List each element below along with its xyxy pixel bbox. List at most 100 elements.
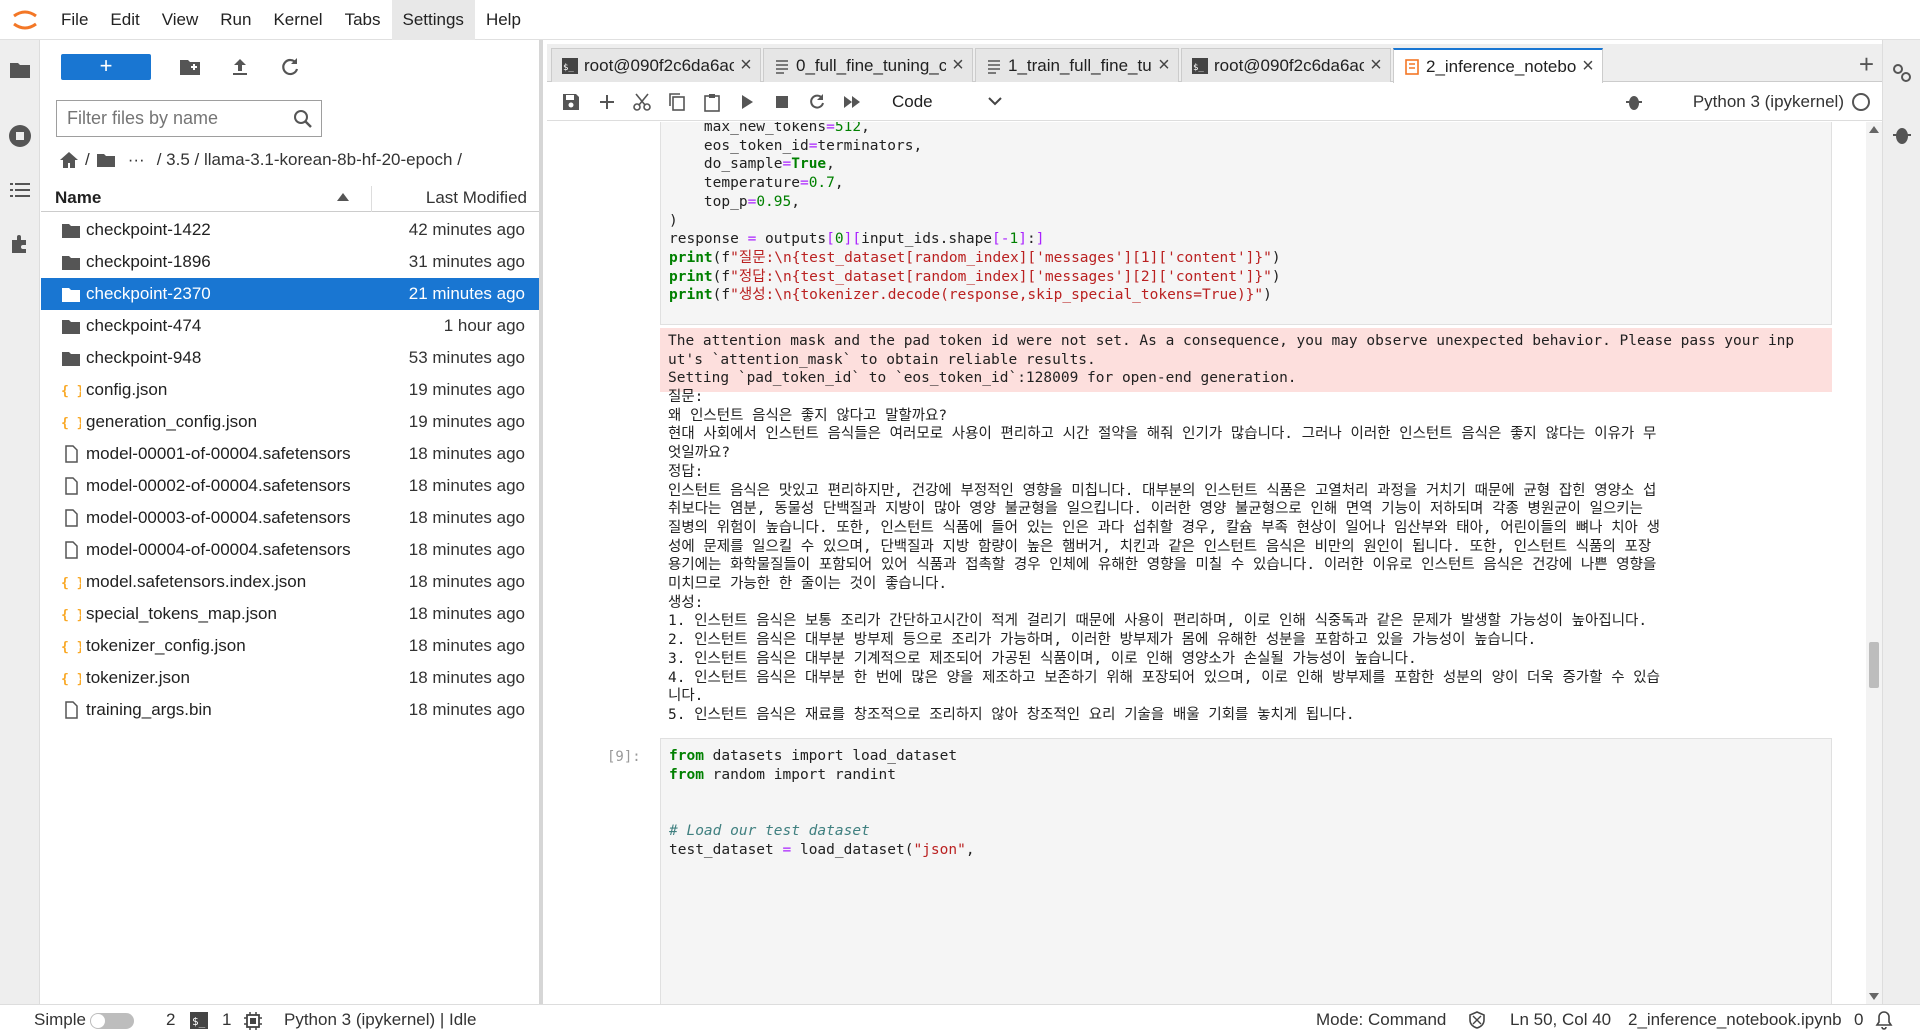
- run-icon[interactable]: [737, 92, 757, 112]
- filter-files-input[interactable]: [57, 101, 277, 136]
- file-list-item[interactable]: checkpoint-1896 31 minutes ago: [41, 246, 539, 278]
- file-list-item[interactable]: checkpoint-2370 21 minutes ago: [41, 278, 539, 310]
- terminals-count[interactable]: 2: [166, 1010, 175, 1030]
- file-list-item[interactable]: checkpoint-474 1 hour ago: [41, 310, 539, 342]
- kernels-count[interactable]: 1: [222, 1010, 231, 1030]
- file-list-item[interactable]: checkpoint-1422 42 minutes ago: [41, 214, 539, 246]
- menu-view[interactable]: View: [151, 0, 210, 40]
- file-modified: 18 minutes ago: [408, 476, 525, 495]
- code-cell-input[interactable]: from datasets import load_dataset from ra…: [660, 738, 1832, 1004]
- main-area: + $_root@090f2c6da6ac: /work×0_full_fine…: [547, 40, 1882, 1004]
- breadcrumb-ellipsis[interactable]: ···: [128, 150, 145, 170]
- new-folder-icon[interactable]: [178, 55, 202, 79]
- paste-icon[interactable]: [702, 92, 722, 112]
- file-list-item[interactable]: { } tokenizer.json 18 minutes ago: [41, 662, 539, 694]
- menu-file[interactable]: File: [50, 0, 99, 40]
- current-filename[interactable]: 2_inference_notebook.ipynb: [1628, 1010, 1842, 1030]
- scroll-up-arrow[interactable]: [1869, 126, 1879, 133]
- new-launcher-button[interactable]: +: [61, 54, 151, 80]
- file-list-item[interactable]: { } tokenizer_config.json 18 minutes ago: [41, 630, 539, 662]
- stdout-line: 니다.: [668, 688, 704, 705]
- file-list-item[interactable]: { } special_tokens_map.json 18 minutes ago: [41, 598, 539, 630]
- menu-tabs[interactable]: Tabs: [334, 0, 392, 40]
- close-icon[interactable]: ×: [1156, 54, 1172, 77]
- json-file-icon: { }: [61, 576, 81, 591]
- save-icon[interactable]: [561, 92, 581, 112]
- file-icon: [65, 445, 78, 463]
- simple-mode-toggle[interactable]: [90, 1013, 134, 1029]
- tab-2[interactable]: 0_full_fine_tuning_config.ya×: [763, 48, 973, 82]
- copy-icon[interactable]: [667, 92, 687, 112]
- file-modified: 21 minutes ago: [408, 284, 525, 303]
- tab-1[interactable]: $_ root@090f2c6da6ac: /work×: [551, 48, 761, 82]
- folder-icon[interactable]: [96, 152, 116, 168]
- file-list-item[interactable]: model-00002-of-00004.safetensors 18 minut…: [41, 470, 539, 502]
- upload-icon[interactable]: [228, 55, 252, 79]
- code-line: response = outputs[0][input_ids.shape[-1…: [669, 231, 1045, 248]
- kernel-status[interactable]: Python 3 (ipykernel) | Idle: [284, 1010, 476, 1030]
- insert-cell-icon[interactable]: [597, 92, 617, 112]
- notebook-scrollbar[interactable]: [1866, 122, 1882, 1004]
- simple-mode-label: Simple: [34, 1010, 86, 1029]
- breadcrumb-root[interactable]: /: [85, 150, 90, 170]
- property-inspector-icon[interactable]: [1891, 62, 1913, 84]
- home-icon[interactable]: [59, 151, 79, 169]
- column-last-modified[interactable]: Last Modified: [426, 188, 527, 208]
- running-kernels-icon[interactable]: [8, 124, 32, 148]
- add-tab-button[interactable]: +: [1859, 51, 1874, 77]
- stdout-line: 5. 인스턴트 음식은 재료를 창조적으로 조리하지 않아 창조적인 요리 기술…: [668, 706, 1355, 723]
- notification-count[interactable]: 0: [1854, 1010, 1863, 1030]
- file-list-item[interactable]: training_args.bin 18 minutes ago: [41, 694, 539, 726]
- file-list-item[interactable]: model-00004-of-00004.safetensors 18 minut…: [41, 534, 539, 566]
- sort-ascending-icon[interactable]: [337, 193, 349, 201]
- file-list-item[interactable]: { } config.json 19 minutes ago: [41, 374, 539, 406]
- kernel-icon[interactable]: [244, 1012, 262, 1030]
- folder-icon[interactable]: [8, 58, 32, 82]
- file-icon: [65, 477, 78, 495]
- file-list-item[interactable]: model-00001-of-00004.safetensors 18 minut…: [41, 438, 539, 470]
- breadcrumb-path[interactable]: / 3.5 / llama-3.1-korean-8b-hf-20-epoch …: [157, 150, 462, 170]
- file-name: checkpoint-2370: [86, 284, 211, 303]
- menu-help[interactable]: Help: [475, 0, 532, 40]
- tab-4[interactable]: $_ root@090f2c6da6ac: /work×: [1181, 48, 1391, 82]
- debug-icon[interactable]: [1624, 92, 1644, 112]
- stop-icon[interactable]: [772, 92, 792, 112]
- close-icon[interactable]: ×: [1580, 55, 1596, 78]
- extension-icon[interactable]: [8, 232, 32, 256]
- close-icon[interactable]: ×: [738, 54, 754, 77]
- cursor-position[interactable]: Ln 50, Col 40: [1510, 1010, 1611, 1030]
- column-divider[interactable]: [371, 186, 372, 212]
- table-of-contents-icon[interactable]: [8, 178, 32, 202]
- code-line: print(f"정답:\n{test_dataset[random_index]…: [669, 268, 1281, 285]
- file-list-item[interactable]: { } generation_config.json 19 minutes ago: [41, 406, 539, 438]
- lsp-icon[interactable]: [1468, 1011, 1486, 1029]
- menu-settings[interactable]: Settings: [391, 0, 475, 40]
- code-cell-input[interactable]: max_new_tokens=512, eos_token_id=termina…: [660, 122, 1832, 325]
- column-name[interactable]: Name: [55, 188, 101, 208]
- terminal-icon[interactable]: $_: [190, 1012, 208, 1029]
- code-line: from datasets import load_dataset: [669, 748, 958, 764]
- debugger-icon[interactable]: [1891, 124, 1913, 146]
- file-list-item[interactable]: model-00003-of-00004.safetensors 18 minut…: [41, 502, 539, 534]
- close-icon[interactable]: ×: [1368, 54, 1384, 77]
- menu-edit[interactable]: Edit: [99, 0, 150, 40]
- menu-run[interactable]: Run: [209, 0, 262, 40]
- cut-icon[interactable]: [632, 92, 652, 112]
- file-list-item[interactable]: checkpoint-948 53 minutes ago: [41, 342, 539, 374]
- code-line: print(f"질문:\n{test_dataset[random_index]…: [669, 249, 1281, 266]
- tab-3[interactable]: 1_train_full_fine_tuning.py×: [975, 48, 1179, 82]
- restart-kernel-icon[interactable]: [807, 92, 827, 112]
- stdout-line: 정답:: [668, 463, 704, 480]
- close-icon[interactable]: ×: [950, 54, 966, 77]
- cell-type-select[interactable]: Code: [892, 91, 1002, 113]
- restart-run-all-icon[interactable]: [842, 92, 862, 112]
- tab-5[interactable]: 2_inference_notebook.ipyn×: [1393, 48, 1603, 83]
- scroll-down-arrow[interactable]: [1869, 993, 1879, 1000]
- json-file-icon: { }: [61, 640, 81, 655]
- bell-icon[interactable]: [1874, 1010, 1894, 1030]
- kernel-name[interactable]: Python 3 (ipykernel): [1693, 92, 1844, 112]
- file-list-item[interactable]: { } model.safetensors.index.json 18 minute…: [41, 566, 539, 598]
- menu-kernel[interactable]: Kernel: [262, 0, 333, 40]
- scrollbar-thumb[interactable]: [1869, 642, 1879, 688]
- refresh-icon[interactable]: [278, 55, 302, 79]
